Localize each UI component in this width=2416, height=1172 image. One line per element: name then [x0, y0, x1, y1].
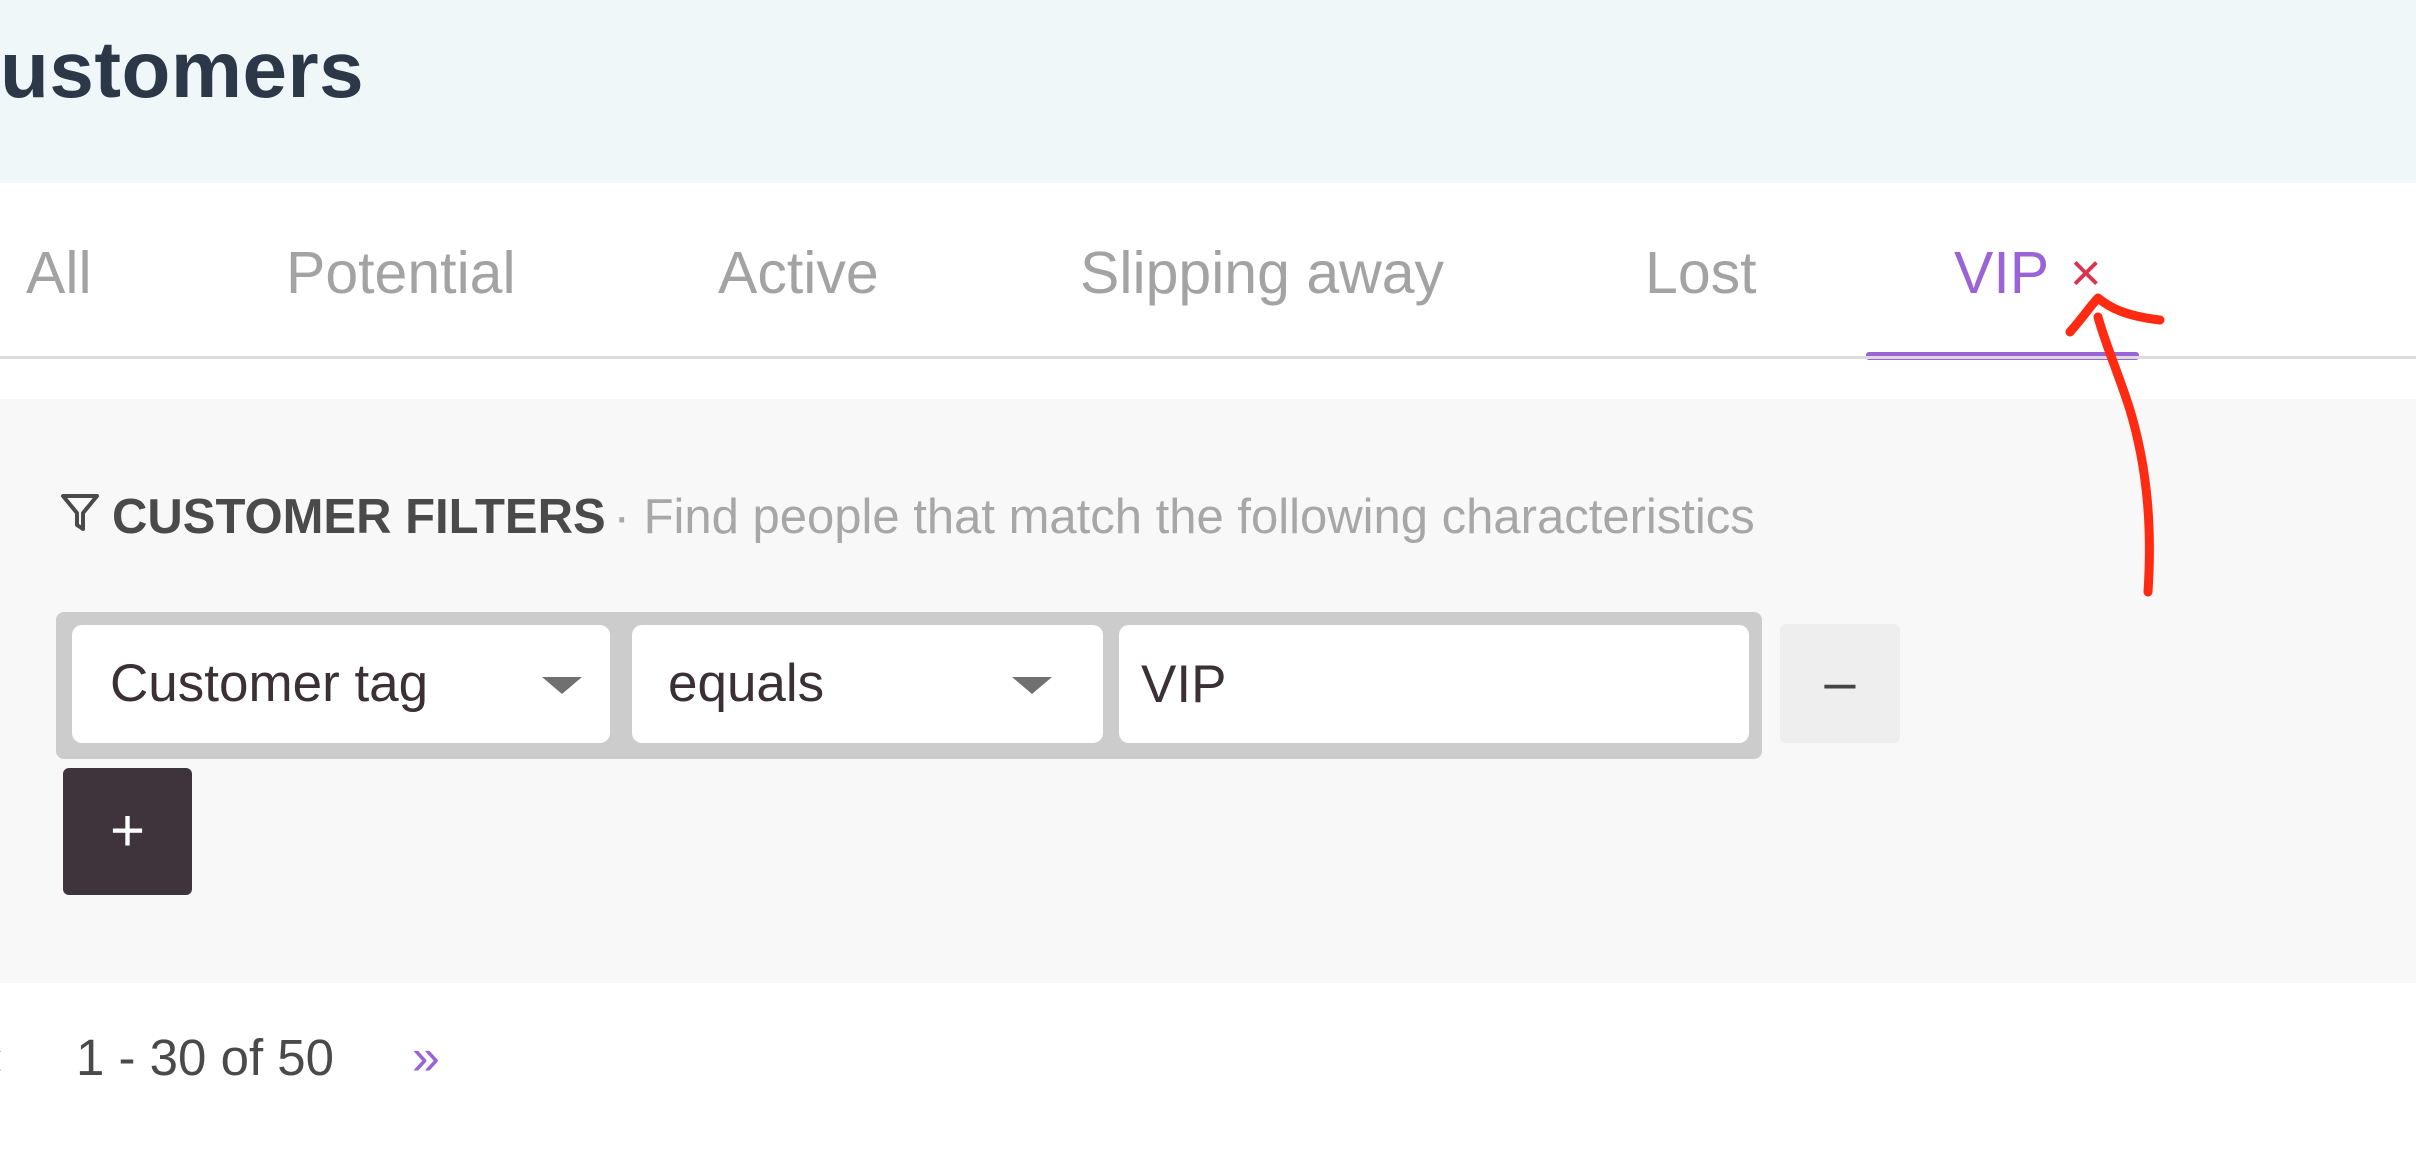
- tab-all[interactable]: All: [26, 233, 92, 313]
- chevron-down-icon: [1012, 677, 1052, 694]
- tab-active[interactable]: Active: [718, 233, 879, 313]
- filter-row: Customer tag equals: [56, 612, 1762, 759]
- filter-operator-select[interactable]: equals: [632, 625, 1103, 743]
- page-title: ustomers: [0, 25, 365, 114]
- pagination: ‹ 1 - 30 of 50 »: [0, 1020, 2416, 1095]
- pagination-prev-button[interactable]: ‹: [0, 1020, 3, 1095]
- filter-description: · Find people that match the following c…: [613, 490, 1755, 544]
- filter-field-select[interactable]: Customer tag: [72, 625, 610, 743]
- filter-title: CUSTOMER FILTERS: [112, 490, 606, 544]
- customers-page: ustomers All Potential Active Slipping a…: [0, 0, 2416, 1172]
- filter-field-value: Customer tag: [110, 654, 429, 713]
- pagination-last-button[interactable]: »: [412, 1020, 440, 1095]
- remove-filter-button[interactable]: –: [1780, 624, 1900, 743]
- page-header: ustomers: [0, 0, 2416, 183]
- pagination-range: 1 - 30 of 50: [76, 1029, 335, 1086]
- red-arrow-annotation: [2065, 293, 2165, 597]
- add-filter-button[interactable]: +: [63, 768, 192, 895]
- filter-value-input[interactable]: [1119, 625, 1749, 743]
- tab-lost[interactable]: Lost: [1645, 233, 1757, 313]
- filter-operator-value: equals: [668, 654, 825, 713]
- filter-heading: CUSTOMER FILTERS · Find people that match…: [60, 482, 1755, 552]
- filter-icon: [61, 494, 99, 531]
- tab-potential[interactable]: Potential: [286, 233, 516, 313]
- chevron-down-icon: [542, 677, 582, 694]
- tab-slipping-away[interactable]: Slipping away: [1080, 233, 1444, 313]
